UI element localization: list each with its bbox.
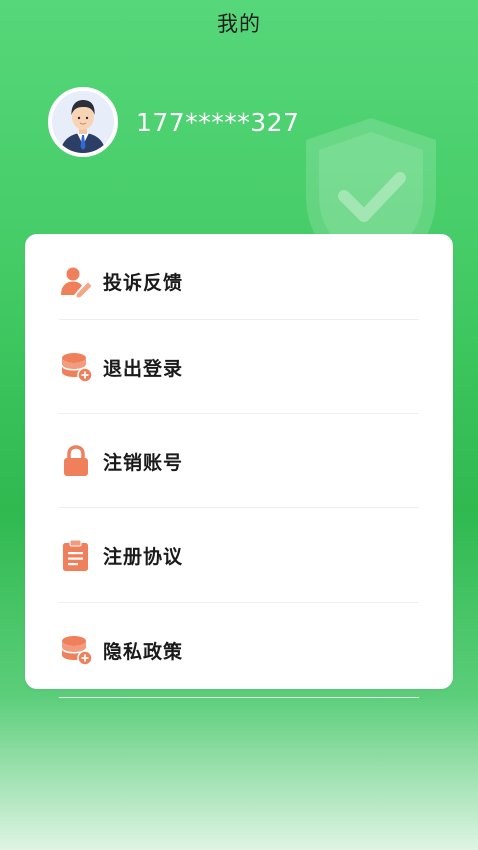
businessman-avatar-icon <box>52 91 114 153</box>
menu-item-label: 注销账号 <box>103 451 184 474</box>
coin-stack-icon <box>59 350 93 384</box>
page-title: 我的 <box>217 12 261 36</box>
menu-item-label: 投诉反馈 <box>103 271 184 294</box>
clipboard-icon <box>59 538 93 572</box>
menu-item-cancel-account[interactable]: 注销账号 <box>59 414 419 508</box>
coin-stack-icon <box>59 633 93 667</box>
user-profile[interactable]: 177*****327 <box>48 84 299 160</box>
menu-item-registration-agreement[interactable]: 注册协议 <box>59 508 419 602</box>
user-edit-icon <box>59 264 93 298</box>
menu-item-logout[interactable]: 退出登录 <box>59 320 419 414</box>
phone-number: 177*****327 <box>136 107 300 137</box>
menu-item-feedback[interactable]: 投诉反馈 <box>59 234 419 328</box>
divider <box>59 697 419 698</box>
menu-item-label: 退出登录 <box>103 357 184 380</box>
menu-item-privacy-policy[interactable]: 隐私政策 <box>59 603 419 697</box>
profile-page: 我的 177*****327 投诉反馈 退出登录 注销账号 注册协议 隐私政策 <box>0 0 478 850</box>
menu-card: 投诉反馈 退出登录 注销账号 注册协议 隐私政策 <box>25 234 453 689</box>
lock-icon <box>59 444 93 478</box>
menu-item-label: 隐私政策 <box>103 640 184 663</box>
avatar[interactable] <box>48 87 118 157</box>
menu-item-label: 注册协议 <box>103 545 184 568</box>
